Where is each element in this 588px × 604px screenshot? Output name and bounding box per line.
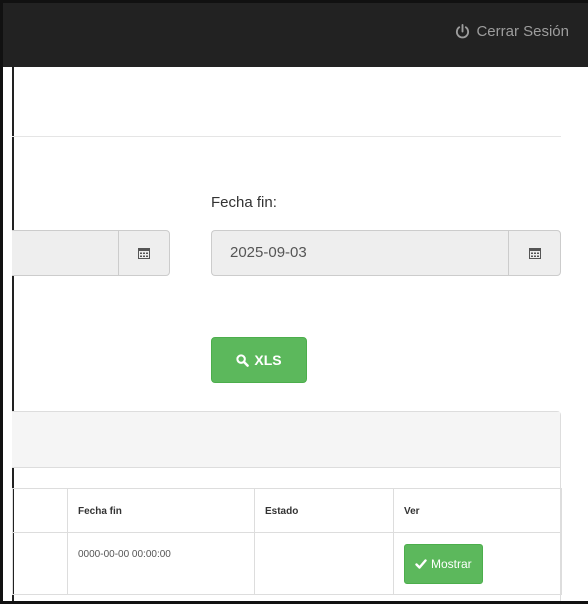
end-date-label: Fecha fin: xyxy=(211,194,277,211)
logout-label: Cerrar Sesión xyxy=(476,23,569,40)
divider xyxy=(12,136,561,137)
calendar-icon xyxy=(528,248,541,259)
column-header-view: Ver xyxy=(393,488,562,533)
xls-button[interactable]: XLS xyxy=(211,337,307,383)
check-icon xyxy=(415,559,427,569)
xls-button-label: XLS xyxy=(254,352,282,368)
search-icon xyxy=(236,353,250,367)
column-header xyxy=(12,488,68,533)
column-header-status: Estado xyxy=(254,488,394,533)
logout-link[interactable]: Cerrar Sesión xyxy=(455,23,569,40)
column-header-end-date: Fecha fin xyxy=(67,488,255,533)
status-cell xyxy=(254,532,394,595)
show-button[interactable]: Mostrar xyxy=(404,544,483,584)
end-date-calendar-button[interactable] xyxy=(508,230,561,276)
navbar: Cerrar Sesión xyxy=(3,3,588,67)
action-cell: Mostrar xyxy=(393,532,562,595)
end-date-cell: 0000-00-00 00:00:00 xyxy=(67,532,255,595)
results-table: Fecha fin Estado Ver 0000-00-00 00:00:00… xyxy=(12,488,562,595)
calendar-icon xyxy=(138,248,150,259)
power-icon xyxy=(456,24,470,39)
table-header-row: Fecha fin Estado Ver xyxy=(12,488,562,533)
table-row: 0000-00-00 00:00:00 Mostrar xyxy=(12,532,562,595)
show-button-label: Mostrar xyxy=(431,557,472,571)
start-date-input[interactable] xyxy=(12,230,118,276)
app-frame: Cerrar Sesión Fecha fin: 2025-09-03 XLS xyxy=(0,0,588,604)
start-date-calendar-button[interactable] xyxy=(118,230,170,276)
end-date-input[interactable]: 2025-09-03 xyxy=(211,230,508,276)
panel-heading xyxy=(12,412,560,468)
table-cell xyxy=(12,532,68,595)
